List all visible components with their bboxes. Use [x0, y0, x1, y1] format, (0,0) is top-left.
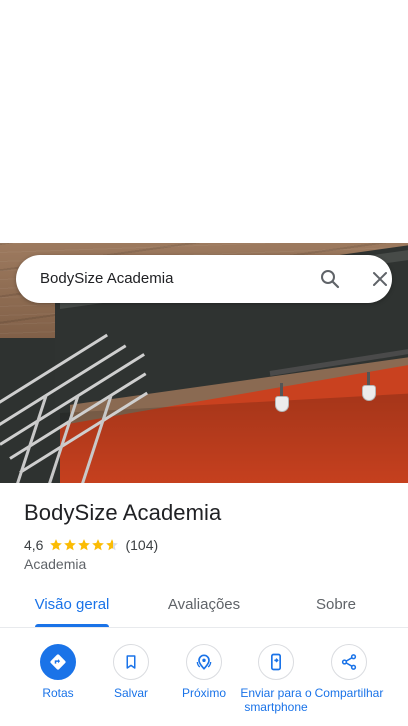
bookmark-icon — [113, 644, 149, 680]
close-icon[interactable] — [368, 267, 392, 291]
photo-lamp-stem — [367, 372, 370, 386]
search-query[interactable]: BodySize Academia — [40, 255, 173, 303]
send-to-phone-label: Enviar para o smartphone — [240, 686, 312, 714]
share-button[interactable]: Compartilhar — [311, 644, 387, 700]
star-half-icon — [106, 539, 119, 551]
save-label: Salvar — [113, 686, 148, 700]
rating-value: 4,6 — [24, 537, 44, 553]
search-icon[interactable] — [318, 267, 342, 291]
share-label: Compartilhar — [314, 686, 384, 700]
nearby-icon — [186, 644, 222, 680]
directions-label: Rotas — [42, 686, 74, 700]
send-to-phone-icon — [258, 644, 294, 680]
tab-about[interactable]: Sobre — [296, 583, 376, 628]
place-details-page: BodySize Academia BodySize Academia 4,6 — [0, 0, 408, 726]
star-icon — [78, 539, 91, 551]
send-to-phone-button[interactable]: Enviar para o smartphone — [238, 644, 314, 714]
star-icon — [50, 539, 63, 551]
active-tab-indicator — [35, 624, 109, 627]
place-category[interactable]: Academia — [24, 556, 86, 572]
photo-shadow — [60, 393, 408, 483]
map-area[interactable] — [0, 0, 408, 243]
tab-overview[interactable]: Visão geral — [22, 583, 122, 628]
rating-row[interactable]: 4,6 (104) — [24, 536, 158, 554]
save-button[interactable]: Salvar — [93, 644, 169, 700]
search-bar[interactable]: BodySize Academia — [16, 255, 392, 303]
directions-icon — [40, 644, 76, 680]
place-title: BodySize Academia — [24, 500, 222, 525]
action-buttons: Rotas Salvar Próximo Enviar para o smart… — [0, 644, 408, 726]
tab-reviews[interactable]: Avaliações — [150, 583, 258, 628]
review-count[interactable]: (104) — [125, 537, 158, 553]
nearby-label: Próximo — [181, 686, 226, 700]
photo-lamp — [362, 385, 376, 401]
tab-bar: Visão geral Avaliações Sobre — [0, 583, 408, 628]
nearby-button[interactable]: Próximo — [166, 644, 242, 700]
star-icon — [92, 539, 105, 551]
rating-stars — [49, 538, 119, 552]
star-icon — [64, 539, 77, 551]
share-icon — [331, 644, 367, 680]
photo-lamp-stem — [280, 383, 283, 397]
photo-lamp — [275, 396, 289, 412]
directions-button[interactable]: Rotas — [20, 644, 96, 700]
